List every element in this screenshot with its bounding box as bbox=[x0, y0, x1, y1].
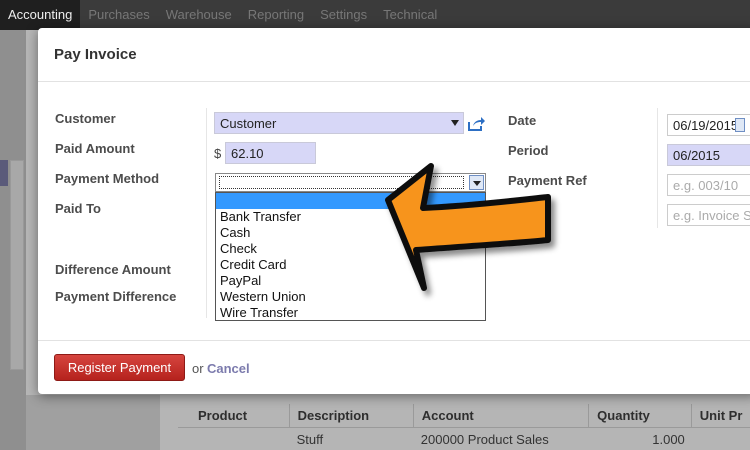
annotation-arrow-icon bbox=[385, 163, 551, 291]
